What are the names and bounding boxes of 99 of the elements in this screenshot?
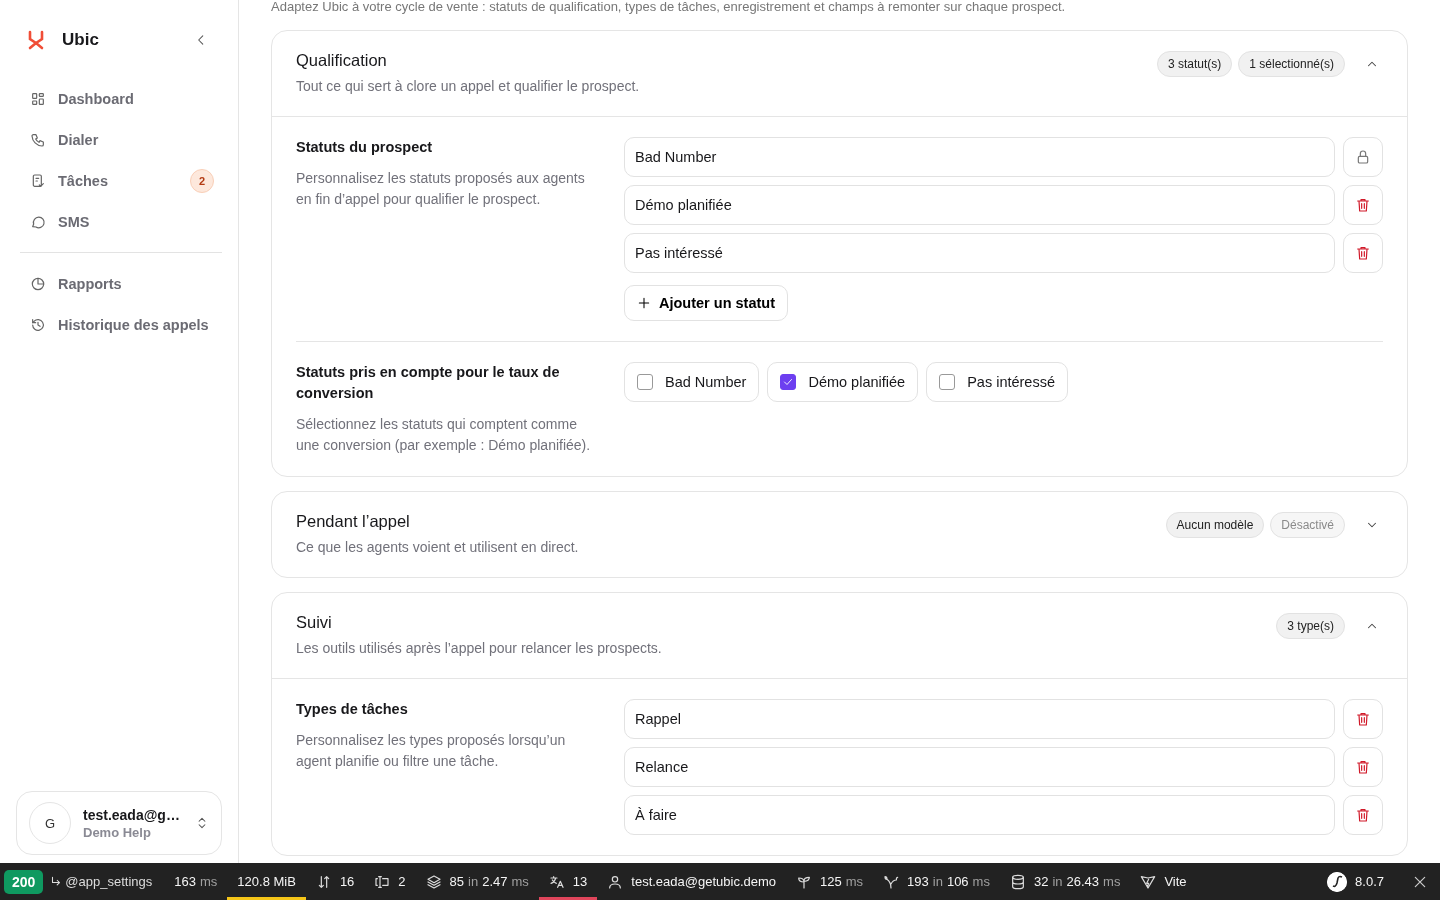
account-switcher[interactable]: G test.eada@g… Demo Help: [16, 791, 222, 855]
metric-connector: in: [932, 874, 943, 889]
text-field[interactable]: Rappel: [624, 699, 1335, 739]
add-status-button[interactable]: Ajouter un statut: [624, 285, 788, 321]
layers-icon: [425, 873, 442, 890]
metric-value[interactable]: 2: [398, 874, 406, 889]
phone-icon: [30, 131, 46, 148]
checkbox[interactable]: [637, 374, 653, 390]
delete-button[interactable]: [1343, 747, 1383, 787]
framework-logo-icon: [1327, 871, 1348, 892]
form-field-icon: [374, 873, 391, 890]
section-title: Statuts pris en compte pour le taux de conversion: [296, 363, 561, 403]
metric-unit: ms: [972, 874, 990, 889]
delete-button[interactable]: [1343, 795, 1383, 835]
section-description: Sélectionnez les statuts qui comptent comme une conversion (par exemple : Démo planifiée).: [296, 415, 592, 455]
metric-value[interactable]: 120.8 MiB: [237, 874, 296, 889]
nav-item[interactable]: Dashboard: [20, 80, 222, 117]
checkbox[interactable]: [939, 374, 956, 390]
status-pill: 1 sélectionné(s): [1238, 51, 1345, 77]
metric-value[interactable]: 125: [820, 874, 842, 889]
count-badge: 2: [190, 168, 214, 193]
checkbox-option[interactable]: Bad Number: [624, 362, 760, 402]
metric-value[interactable]: 2.47: [482, 874, 508, 889]
section-description: Personnalisez les types proposés lorsqu’un agent planifie ou filtre une tâche.: [296, 731, 567, 771]
lightning-triangle-icon: [1140, 873, 1157, 890]
metric-unit: ms: [511, 874, 529, 889]
metric-connector: in: [468, 874, 479, 889]
logo-icon: [26, 30, 46, 50]
text-field[interactable]: Bad Number: [624, 137, 1335, 177]
text-field[interactable]: Pas intéressé: [624, 233, 1335, 273]
pie-chart-icon: [30, 275, 46, 292]
trash-icon: [1355, 711, 1371, 727]
status-code[interactable]: 200: [4, 869, 44, 894]
option-label: Démo planifiée: [808, 374, 906, 390]
delete-button[interactable]: [1343, 699, 1383, 739]
section-title: Types de tâches: [296, 700, 409, 719]
translate-icon: [548, 873, 565, 890]
chat-bubble-icon: [30, 213, 46, 230]
user-icon: [607, 873, 624, 890]
card-title: Qualification: [296, 51, 388, 70]
metric-value[interactable]: 163: [174, 874, 196, 889]
checkbox-option[interactable]: Démo planifiée: [767, 362, 919, 402]
metric-value[interactable]: 106: [946, 874, 969, 889]
lock-button[interactable]: [1343, 137, 1383, 177]
card-subtitle: Les outils utilisés après l’appel pour relancer les prospects.: [296, 640, 663, 656]
nav-item[interactable]: Historique des appels: [20, 306, 222, 343]
route-name[interactable]: @app_settings: [43, 874, 165, 889]
clipboard-check-icon: [30, 172, 46, 189]
trash-icon: [1355, 759, 1371, 775]
metric-unit: ms: [1103, 874, 1121, 889]
text-field[interactable]: À faire: [624, 795, 1335, 835]
plus-icon: [637, 296, 651, 310]
status-pill: Désactivé: [1270, 512, 1345, 538]
version-label[interactable]: 8.0.7: [1355, 874, 1384, 889]
nav-item[interactable]: SMS: [20, 203, 222, 240]
nav-item[interactable]: Dialer: [20, 121, 222, 158]
twig-icon: [883, 873, 900, 890]
delete-button[interactable]: [1343, 233, 1383, 273]
metric-unit: ms: [845, 874, 864, 889]
card-title: Pendant l’appel: [296, 512, 411, 531]
status-pill: 3 type(s): [1276, 613, 1345, 639]
card-subtitle: Ce que les agents voient et utilisent en direct.: [296, 539, 580, 555]
trash-icon: [1355, 245, 1371, 261]
metric-value[interactable]: 85: [449, 874, 465, 889]
user-email: test.eada@g…: [83, 806, 181, 823]
nav-item[interactable]: Rapports: [20, 265, 222, 302]
section-title: Statuts du prospect: [296, 138, 434, 157]
text-field[interactable]: Démo planifiée: [624, 185, 1335, 225]
page-description: Adaptez Ubic à votre cycle de vente : statuts de qualification, types de tâches, enregistrement et champs à remonter sur chaque prospect.: [271, 0, 1067, 16]
check-icon: [782, 376, 795, 388]
metric-connector: in: [1052, 874, 1063, 889]
status-pill: 3 statut(s): [1156, 51, 1233, 77]
trash-icon: [1355, 197, 1371, 213]
metric-value[interactable]: 16: [339, 874, 355, 889]
trash-icon: [1355, 807, 1371, 823]
delete-button[interactable]: [1343, 185, 1383, 225]
text-field[interactable]: Relance: [624, 747, 1335, 787]
nav-item[interactable]: Tâches 2: [20, 162, 222, 199]
history-icon: [30, 316, 46, 333]
card-subtitle: Tout ce qui sert à clore un appel et qualifier le prospect.: [296, 78, 641, 94]
status-pill: Aucun modèle: [1165, 512, 1265, 538]
metric-value[interactable]: Vite: [1164, 874, 1187, 889]
metric-value[interactable]: 13: [572, 874, 588, 889]
metric-unit: ms: [200, 874, 218, 889]
lock-icon: [1355, 149, 1371, 165]
option-label: Pas intéressé: [967, 374, 1055, 390]
checkbox[interactable]: [780, 374, 797, 390]
database-icon: [1009, 873, 1026, 890]
section-description: Personnalisez les statuts proposés aux agents en fin d’appel pour qualifier le prospect.: [296, 169, 586, 209]
metric-value[interactable]: 26.43: [1066, 874, 1100, 889]
brand-name: Ubic: [62, 30, 100, 50]
organization-name: Demo Help: [83, 824, 152, 840]
checkbox-option[interactable]: Pas intéressé: [926, 362, 1068, 402]
option-label: Bad Number: [665, 374, 747, 390]
metric-value[interactable]: test.eada@getubic.demo: [631, 874, 777, 889]
card-title: Suivi: [296, 613, 333, 632]
metric-value[interactable]: 32: [1033, 874, 1049, 889]
grid-icon: [30, 90, 46, 107]
metric-value[interactable]: 193: [907, 874, 929, 889]
